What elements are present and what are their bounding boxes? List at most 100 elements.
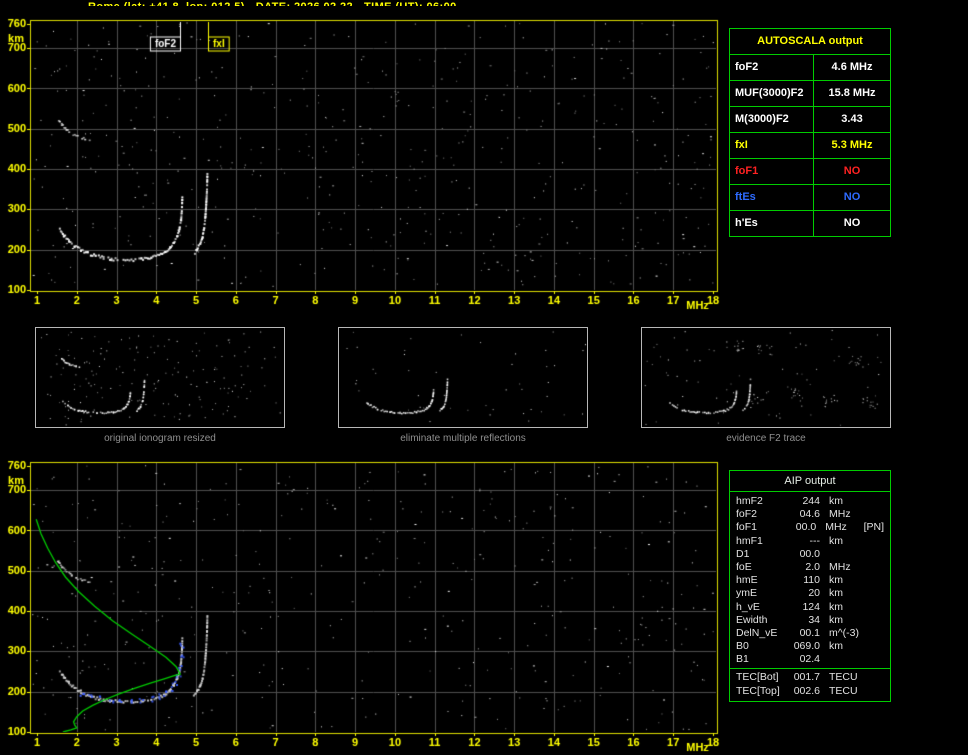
aip-row-value: 02.4 <box>799 653 820 666</box>
aip-row-label: hmF2 <box>736 495 763 507</box>
panel-caption-eliminate: eliminate multiple reflections <box>400 433 526 444</box>
aip-row-note: [PN] <box>863 521 884 534</box>
top-ionogram-canvas <box>0 6 735 321</box>
aip-row-unit <box>820 653 865 666</box>
panel-evidence-canvas <box>642 328 890 427</box>
autoscala-row-value: NO <box>843 191 861 203</box>
aip-row-unit: MHz <box>825 521 847 534</box>
aip-row: hmF2 244 km <box>730 495 890 508</box>
aip-tec-row: TEC[Top] 002.6 TECU <box>730 685 890 698</box>
panel-eliminate-canvas <box>339 328 587 427</box>
aip-row-unit <box>820 548 865 561</box>
aip-row-label: hmF1 <box>736 534 763 547</box>
autoscala-row: ftEs NO <box>730 185 890 211</box>
aip-row-label: foF1 <box>736 521 758 534</box>
aip-row: DelN_vE 00.1 m^(-3) <box>730 627 890 640</box>
autoscala-row: foF2 4.6 MHz <box>730 55 890 81</box>
autoscala-table-title: AUTOSCALA output <box>730 29 890 55</box>
autoscala-row-label: h'Es <box>730 211 814 236</box>
aip-row-note <box>865 535 884 548</box>
aip-row-unit: m^(-3) <box>829 626 860 639</box>
autoscala-row-value: NO <box>843 165 861 177</box>
aip-row-note <box>865 548 884 561</box>
autoscala-row: MUF(3000)F2 15.8 MHz <box>730 81 890 107</box>
aip-row: foE 2.0 MHz <box>730 561 890 574</box>
autoscala-row-value: NO <box>843 217 861 229</box>
autoscala-row: M(3000)F2 3.43 <box>730 107 890 133</box>
aip-row-unit: MHz <box>829 508 851 521</box>
aip-row-label: h_vE <box>736 600 760 613</box>
autoscala-row-value: 3.43 <box>841 113 863 125</box>
autoscala-row-value: 4.6 MHz <box>831 61 873 73</box>
autoscala-row-label: foF1 <box>730 159 814 184</box>
aip-tec-row-unit: TECU <box>829 671 858 684</box>
aip-table-title: AIP output <box>730 471 890 492</box>
panel-caption-original: original ionogram resized <box>104 433 216 444</box>
aip-tec-separator <box>730 668 890 670</box>
aip-row-unit: km <box>829 613 843 626</box>
aip-row-note <box>865 508 884 521</box>
aip-row-unit: km <box>829 600 843 613</box>
aip-row: hmF1 --- km <box>730 535 890 548</box>
aip-row: foF1 00.0 MHz [PN] <box>730 521 890 534</box>
bottom-ionogram-canvas <box>0 450 735 755</box>
aip-tec-body: TEC[Bot] 001.7 TECU TEC[Top] 002.6 TECU <box>730 671 890 697</box>
aip-row: ymE 20 km <box>730 587 890 600</box>
aip-row-value: 2.0 <box>805 560 820 573</box>
aip-row-note <box>865 601 884 614</box>
autoscala-row: foF1 NO <box>730 159 890 185</box>
aip-row-note <box>865 640 884 653</box>
autoscala-table-body: foF2 4.6 MHz MUF(3000)F2 15.8 MHz M(3000)F2 3… <box>730 55 890 236</box>
aip-row: foF2 04.6 MHz <box>730 508 890 521</box>
aip-row-label: DelN_vE <box>736 626 778 639</box>
autoscala-row: fxI 5.3 MHz <box>730 133 890 159</box>
aip-row-label: ymE <box>736 587 757 600</box>
aip-row-value: 124 <box>802 600 820 613</box>
aip-row-value: 110 <box>803 574 820 587</box>
aip-row-value: 04.6 <box>799 508 820 521</box>
aip-row-note <box>865 653 884 666</box>
aip-row-note <box>865 627 884 640</box>
aip-tec-row-label: TEC[Top] <box>736 684 780 697</box>
autoscala-row-value: 15.8 MHz <box>828 87 876 99</box>
autoscala-row-label: M(3000)F2 <box>730 107 814 132</box>
panel-evidence-f2 <box>641 327 891 428</box>
aip-row-unit: km <box>829 495 843 507</box>
aip-row-note <box>865 495 884 508</box>
aip-row-value: 00.0 <box>795 521 817 534</box>
aip-row-value: 00.1 <box>799 626 820 639</box>
autoscala-window: Rome (lat: +41.8, lon: 012.5) - DATE: 20… <box>0 0 968 755</box>
aip-row-unit: km <box>829 640 843 653</box>
aip-tec-row-label: TEC[Bot] <box>736 671 779 684</box>
aip-row-note <box>865 574 884 587</box>
aip-row-value: 20 <box>808 587 820 600</box>
aip-row-note <box>865 561 884 574</box>
aip-row: h_vE 124 km <box>730 601 890 614</box>
aip-row-label: B1 <box>736 653 749 666</box>
autoscala-row-label: ftEs <box>730 185 814 210</box>
autoscala-row-label: fxI <box>730 133 814 158</box>
autoscala-row-label: foF2 <box>730 55 814 80</box>
aip-row-unit: km <box>829 587 843 600</box>
aip-table-body: hmF2 244 km foF2 04.6 MHz foF1 00.0 MHz [PN] hmF1 -… <box>730 495 890 666</box>
aip-tec-row-note <box>865 671 884 684</box>
panel-original-canvas <box>36 328 284 427</box>
aip-row-unit: MHz <box>829 560 851 573</box>
aip-row-label: hmE <box>736 574 758 587</box>
aip-row-label: B0 <box>736 640 749 653</box>
aip-row-value: 00.0 <box>799 547 820 560</box>
aip-row-note <box>865 614 884 627</box>
aip-tec-row-value: 002.6 <box>793 684 820 697</box>
autoscala-output-table: AUTOSCALA output foF2 4.6 MHz MUF(3000)F2 1… <box>729 28 891 237</box>
panel-caption-evidence: evidence F2 trace <box>726 433 806 444</box>
aip-row-label: Ewidth <box>736 613 768 626</box>
aip-row-value: 244 <box>802 495 820 507</box>
aip-row-label: D1 <box>736 547 750 560</box>
aip-row: D1 00.0 <box>730 548 890 561</box>
aip-row-value: --- <box>809 534 821 547</box>
aip-row: B1 02.4 <box>730 653 890 666</box>
aip-row-note <box>865 587 884 600</box>
panel-original-ionogram <box>35 327 285 428</box>
aip-row: hmE 110 km <box>730 574 890 587</box>
aip-tec-row-note <box>865 685 884 698</box>
